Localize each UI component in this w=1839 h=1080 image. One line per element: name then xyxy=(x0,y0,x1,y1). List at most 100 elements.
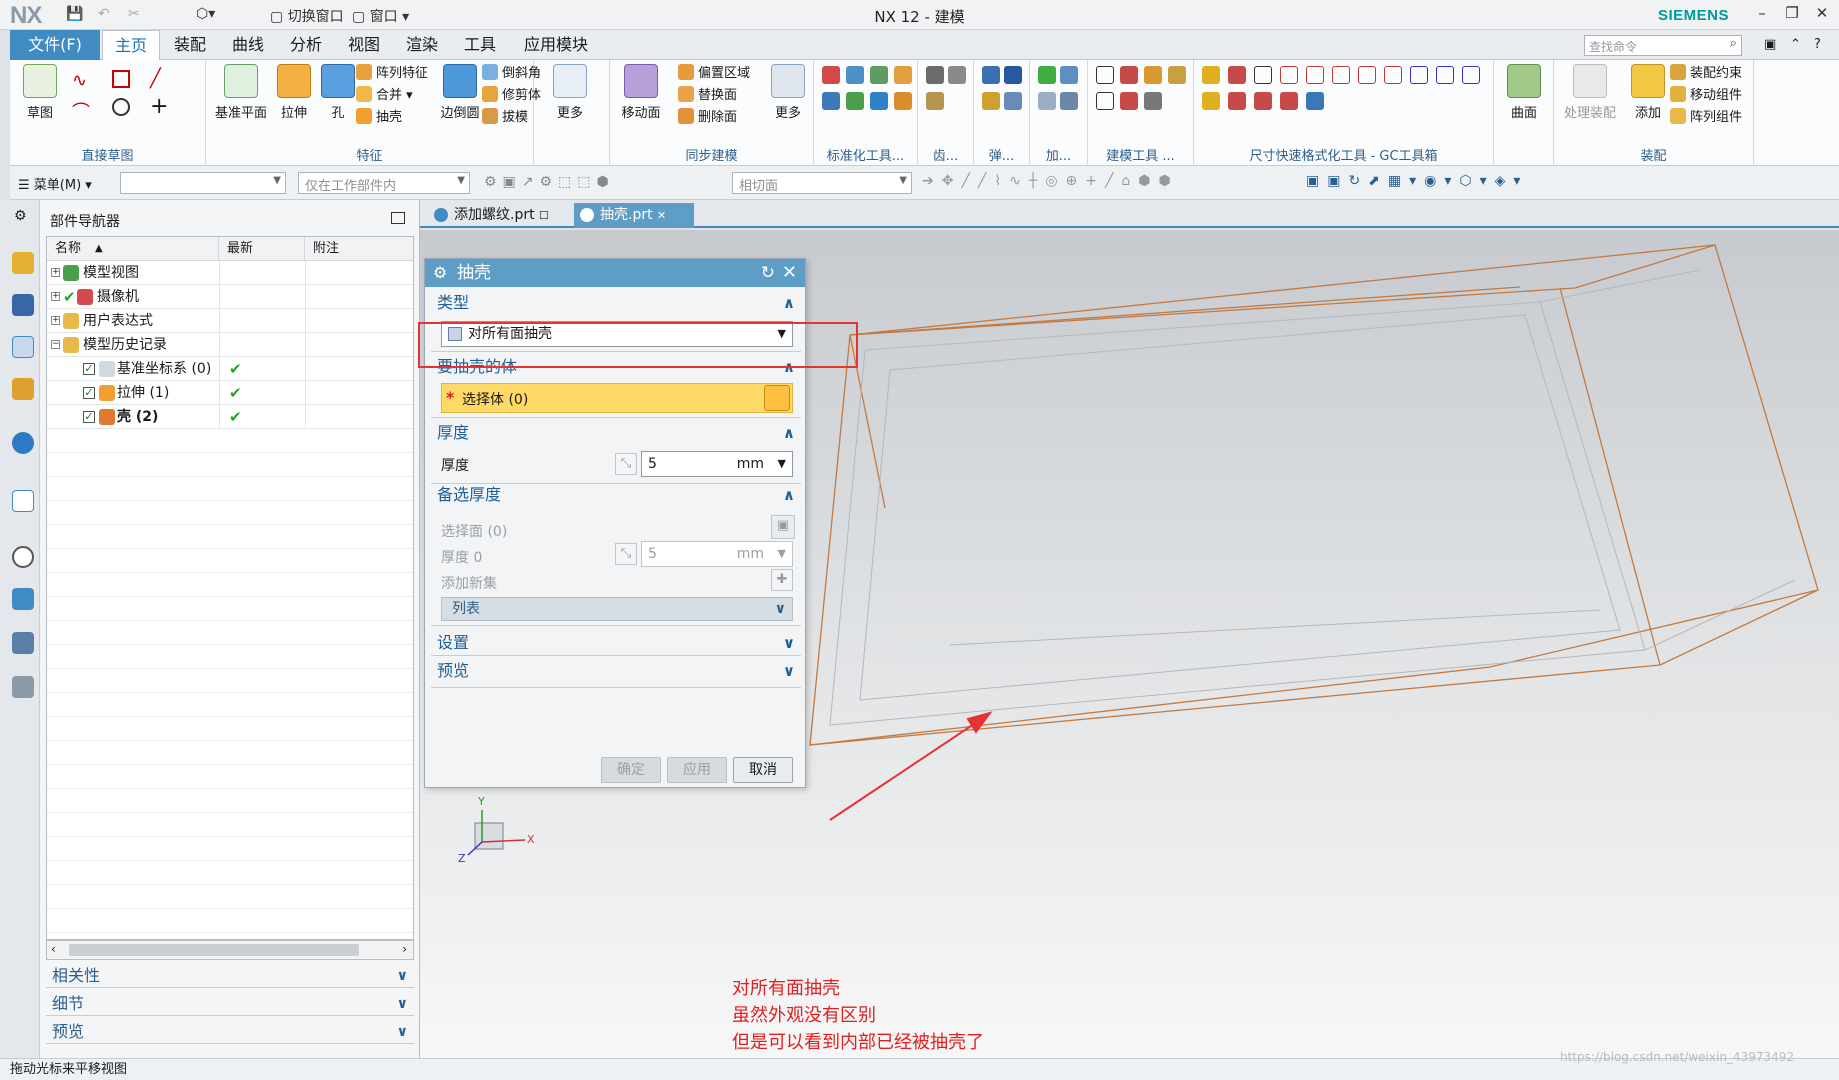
type-filter-combo[interactable]: ▼ xyxy=(120,172,286,194)
spring-tool-icon-3[interactable] xyxy=(982,92,1000,110)
modeling-tool-icon-6[interactable] xyxy=(1120,92,1138,110)
scroll-right-icon[interactable]: › xyxy=(402,942,407,956)
dim-tool-icon-11[interactable] xyxy=(1332,66,1350,84)
tab-view[interactable]: 视图 xyxy=(336,30,392,60)
hd3d-tools-icon[interactable] xyxy=(12,432,34,454)
restore-button[interactable]: ❐ xyxy=(1778,4,1806,26)
dim-tool-icon-16[interactable] xyxy=(1462,66,1480,84)
chevron-down-icon[interactable]: ▼ xyxy=(778,452,786,476)
arc-icon[interactable]: ⌒ xyxy=(72,98,90,123)
web-browser-icon[interactable] xyxy=(12,490,34,512)
undo-icon[interactable]: ↶ xyxy=(98,6,110,24)
select-body-cube-icon[interactable] xyxy=(764,385,790,411)
delete-face-button[interactable]: 删除面 xyxy=(678,108,737,128)
sketch-button[interactable]: 草图 xyxy=(14,64,66,121)
move-component-button[interactable]: 移动组件 xyxy=(1670,86,1742,106)
column-header-latest[interactable]: 最新 xyxy=(219,237,305,261)
line-icon[interactable]: ╱ xyxy=(150,68,168,89)
process-assembly-button[interactable]: 处理装配 xyxy=(1558,64,1622,121)
expand-icon[interactable]: + xyxy=(51,292,60,301)
list-toggle[interactable]: 列表 ∨ xyxy=(441,597,793,621)
tree-row-model-views[interactable]: + 模型视图 xyxy=(47,261,413,285)
spring-tool-icon-2[interactable] xyxy=(1004,66,1022,84)
section-dependencies[interactable]: 相关性 ∨ xyxy=(46,964,414,988)
dim-tool-icon-14[interactable] xyxy=(1410,66,1428,84)
process-studio-icon[interactable] xyxy=(12,632,34,654)
close-tab-icon[interactable]: ✕ xyxy=(657,209,666,222)
tree-row-model-history[interactable]: − 模型历史记录 xyxy=(47,333,413,357)
dim-tool-icon-15[interactable] xyxy=(1436,66,1454,84)
add-tool-icon-3[interactable] xyxy=(1038,92,1056,110)
dim-tool-icon-1[interactable] xyxy=(1202,66,1220,84)
column-header-note[interactable]: 附注 xyxy=(305,237,413,261)
dim-tool-icon-2[interactable] xyxy=(1202,92,1220,110)
tab-curve[interactable]: 曲线 xyxy=(220,30,276,60)
add-tool-icon-1[interactable] xyxy=(1038,66,1056,84)
dim-tool-icon-10[interactable] xyxy=(1306,66,1324,84)
ribbon-options-icon[interactable]: ▣ xyxy=(1764,37,1776,52)
reverse-direction-icon[interactable]: ⤡ xyxy=(615,543,637,565)
assembly-constraint-button[interactable]: 装配约束 xyxy=(1670,64,1742,84)
sync-more-button[interactable]: 更多 xyxy=(766,64,810,121)
thickness0-input[interactable]: 5 mm ▼ xyxy=(641,541,793,567)
spring-tool-icon-1[interactable] xyxy=(982,66,1000,84)
tab-analysis[interactable]: 分析 xyxy=(278,30,334,60)
command-search-input[interactable]: 查找命令 ⌕ xyxy=(1584,35,1742,56)
tab-assembly[interactable]: 装配 xyxy=(162,30,218,60)
circle-icon[interactable] xyxy=(112,98,130,116)
scrollbar-thumb[interactable] xyxy=(69,944,359,956)
reverse-direction-icon[interactable]: ⤡ xyxy=(615,453,637,475)
switch-window-button[interactable]: ▢ 切换窗口 xyxy=(270,6,344,25)
add-tool-icon-2[interactable] xyxy=(1060,66,1078,84)
scroll-left-icon[interactable]: ‹ xyxy=(51,942,56,956)
pattern-feature-button[interactable]: 阵列特征 xyxy=(356,64,428,84)
profile-icon[interactable]: ∿ xyxy=(72,70,90,91)
selection-scope-combo[interactable]: 仅在工作部件内 ▼ xyxy=(298,172,470,194)
expand-icon[interactable]: + xyxy=(51,268,60,277)
maximize-icon[interactable] xyxy=(391,212,405,224)
gear-tool-icon-1[interactable] xyxy=(926,66,944,84)
add-new-set-icon[interactable]: ✚ xyxy=(771,569,793,591)
thickness-input[interactable]: 5 mm ▼ xyxy=(641,451,793,477)
pattern-component-button[interactable]: 阵列组件 xyxy=(1670,108,1742,128)
gear-tool-icon-2[interactable] xyxy=(948,66,966,84)
tree-row-shell[interactable]: ✓ 壳 (2) ✔ xyxy=(47,405,413,429)
snap-face-combo[interactable]: 相切面 ▼ xyxy=(732,172,912,194)
modeling-tool-icon-3[interactable] xyxy=(1144,66,1162,84)
modeling-tool-icon-4[interactable] xyxy=(1168,66,1186,84)
std-tool-icon-1[interactable] xyxy=(822,66,840,84)
reuse-library-icon[interactable] xyxy=(12,378,34,400)
tab-applications[interactable]: 应用模块 xyxy=(514,30,598,60)
std-tool-icon-8[interactable] xyxy=(894,92,912,110)
trim-body-button[interactable]: 修剪体 xyxy=(482,86,541,106)
chamfer-button[interactable]: 倒斜角 xyxy=(482,64,541,84)
modeling-tool-icon-1[interactable] xyxy=(1096,66,1114,84)
spring-tool-icon-4[interactable] xyxy=(1004,92,1022,110)
section-alternate-thickness[interactable]: 备选厚度 ∧ xyxy=(431,481,801,509)
draft-button[interactable]: 拔模 xyxy=(482,108,528,128)
add-tool-icon-4[interactable] xyxy=(1060,92,1078,110)
modeling-tool-icon-5[interactable] xyxy=(1096,92,1114,110)
dim-tool-icon-5[interactable] xyxy=(1254,92,1272,110)
move-face-button[interactable]: 移动面 xyxy=(614,64,668,121)
save-icon[interactable]: 💾 xyxy=(66,6,83,24)
unite-button[interactable]: 合并 ▾ xyxy=(356,86,413,106)
visibility-checkbox[interactable]: ✓ xyxy=(83,363,95,375)
part-navigator-icon[interactable] xyxy=(12,336,34,358)
reset-icon[interactable]: ↻ xyxy=(761,259,775,287)
tab-tools[interactable]: 工具 xyxy=(452,30,508,60)
selection-tool-icons[interactable]: ⚙▣↗⚙⬚⬚⬢ xyxy=(484,174,615,190)
tab-render[interactable]: 渲染 xyxy=(394,30,450,60)
view-cube-icon[interactable]: ⬡▾ xyxy=(196,6,215,24)
dim-tool-icon-9[interactable] xyxy=(1280,66,1298,84)
section-settings[interactable]: 设置 ∨ xyxy=(431,629,801,657)
add-component-button[interactable]: 添加 xyxy=(1626,64,1670,121)
visibility-checkbox[interactable]: ✓ xyxy=(83,387,95,399)
cancel-button[interactable]: 取消 xyxy=(733,757,793,783)
tab-home[interactable]: 主页 xyxy=(102,30,160,61)
view-tool-icons[interactable]: ▣▣↻⬈▦▾◉▾⬡▾◈▾ xyxy=(1306,173,1528,189)
surface-button[interactable]: 曲面 xyxy=(1498,64,1550,121)
select-face-label[interactable]: 选择面 (0) xyxy=(441,521,507,541)
dim-tool-icon-3[interactable] xyxy=(1228,66,1246,84)
gear-tool-icon-3[interactable] xyxy=(926,92,944,110)
